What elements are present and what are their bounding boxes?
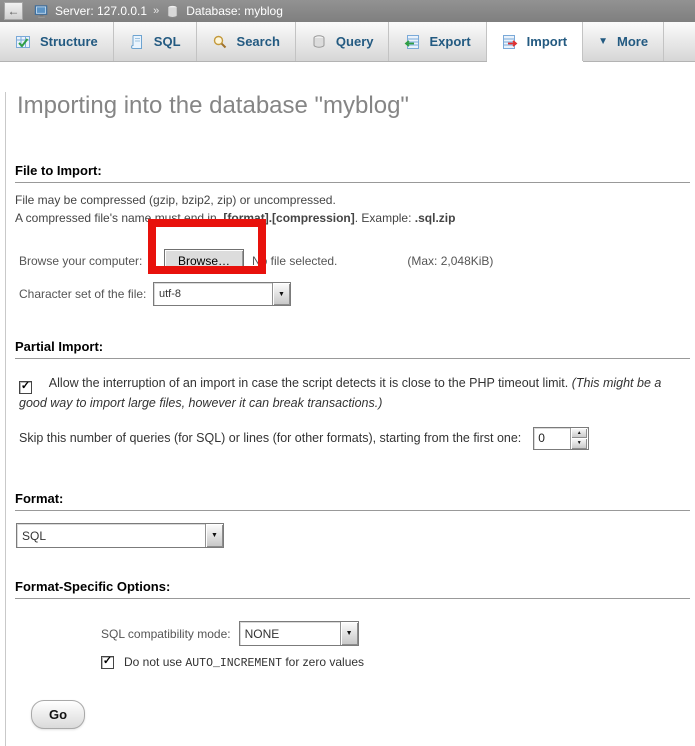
tab-import[interactable]: Import xyxy=(487,22,583,61)
breadcrumb: Server: 127.0.0.1 » Database: myblog xyxy=(34,4,283,19)
charset-selected-value: utf-8 xyxy=(154,283,272,305)
charset-select[interactable]: utf-8 ▼ xyxy=(153,282,291,306)
no-file-selected-text: No file selected. xyxy=(252,254,337,268)
auto-increment-code: AUTO_INCREMENT xyxy=(185,657,282,670)
compression-pattern: .[format].[compression] xyxy=(220,211,355,225)
compression-line2-mid: . Example: xyxy=(355,211,415,225)
page-title: Importing into the database "myblog" xyxy=(17,92,690,120)
sql-compat-selected-value: NONE xyxy=(240,622,340,645)
import-icon xyxy=(502,34,518,50)
submit-row: Go xyxy=(15,700,690,729)
breadcrumb-server[interactable]: Server: 127.0.0.1 xyxy=(55,4,147,18)
format-heading: Format: xyxy=(15,491,690,511)
file-to-import-heading: File to Import: xyxy=(15,163,690,183)
browse-label: Browse your computer: xyxy=(19,254,164,268)
dropdown-arrow-icon[interactable]: ▼ xyxy=(205,524,223,547)
dropdown-arrow-icon[interactable]: ▼ xyxy=(340,622,358,645)
sql-compat-row: SQL compatibility mode: NONE ▼ xyxy=(15,621,690,646)
compression-line1: File may be compressed (gzip, bzip2, zip… xyxy=(15,193,336,207)
max-upload-size: (Max: 2,048KiB) xyxy=(407,254,493,268)
sql-compat-select[interactable]: NONE ▼ xyxy=(239,621,359,646)
tab-sql[interactable]: SQL xyxy=(114,22,197,61)
chevron-down-icon: ▼ xyxy=(598,36,608,47)
allow-interruption-checkbox[interactable]: ✓ xyxy=(19,381,32,394)
format-options-heading: Format-Specific Options: xyxy=(15,579,690,599)
tab-label: Import xyxy=(527,34,567,49)
auto-increment-text: Do not use AUTO_INCREMENT for zero value… xyxy=(124,655,364,670)
skip-queries-label: Skip this number of queries (for SQL) or… xyxy=(19,431,521,445)
main-content: Importing into the database "myblog" Fil… xyxy=(5,92,695,746)
tab-label: Search xyxy=(237,34,280,49)
tab-label: Export xyxy=(429,34,470,49)
topbar: ← Server: 127.0.0.1 » Database: myblog xyxy=(0,0,695,22)
auto-increment-row: ✓ Do not use AUTO_INCREMENT for zero val… xyxy=(15,655,690,670)
file-upload-row: Browse your computer: Browse… No file se… xyxy=(15,248,690,274)
breadcrumb-separator: » xyxy=(153,5,159,17)
skip-queries-input[interactable] xyxy=(534,428,570,449)
format-selected-value: SQL xyxy=(17,524,205,547)
query-icon xyxy=(311,34,327,50)
stepper-arrows: ▲ ▼ xyxy=(570,428,587,449)
tab-export[interactable]: Export xyxy=(389,22,486,61)
tab-more[interactable]: ▼ More xyxy=(583,22,664,61)
compression-line2-prefix: A compressed file's name must end in xyxy=(15,211,220,225)
tab-label: Query xyxy=(336,34,374,49)
tab-search[interactable]: Search xyxy=(197,22,296,61)
tab-label: More xyxy=(617,34,648,49)
partial-import-heading: Partial Import: xyxy=(15,339,690,359)
back-arrow-icon: ← xyxy=(8,4,20,18)
skip-queries-stepper: ▲ ▼ xyxy=(533,427,589,450)
sql-compat-label: SQL compatibility mode: xyxy=(101,627,231,641)
go-button[interactable]: Go xyxy=(31,700,85,729)
search-icon xyxy=(212,34,228,50)
stepper-down-icon[interactable]: ▼ xyxy=(571,438,587,449)
tab-structure[interactable]: Structure xyxy=(0,22,114,61)
structure-icon xyxy=(15,34,31,50)
tab-bar: Structure SQL Search Query Export xyxy=(0,22,695,62)
allow-interruption-row: ✓ Allow the interruption of an import in… xyxy=(15,374,690,413)
checkmark-icon: ✓ xyxy=(21,381,30,392)
stepper-up-icon[interactable]: ▲ xyxy=(571,428,587,439)
dropdown-arrow-icon[interactable]: ▼ xyxy=(272,283,290,305)
checkmark-icon: ✓ xyxy=(103,656,112,667)
export-icon xyxy=(404,34,420,50)
skip-queries-row: Skip this number of queries (for SQL) or… xyxy=(15,426,690,450)
breadcrumb-database[interactable]: Database: myblog xyxy=(186,4,283,18)
tab-label: SQL xyxy=(154,34,181,49)
allow-interruption-text: Allow the interruption of an import in c… xyxy=(49,376,572,390)
server-monitor-icon xyxy=(34,4,49,19)
sql-icon xyxy=(129,34,145,50)
back-button[interactable]: ← xyxy=(4,2,23,20)
charset-label: Character set of the file: xyxy=(19,287,153,301)
tab-label: Structure xyxy=(40,34,98,49)
format-select[interactable]: SQL ▼ xyxy=(16,523,224,548)
browse-button[interactable]: Browse… xyxy=(164,249,244,274)
charset-row: Character set of the file: utf-8 ▼ xyxy=(15,282,690,306)
tab-query[interactable]: Query xyxy=(296,22,390,61)
compression-example: .sql.zip xyxy=(415,211,456,225)
compression-info: File may be compressed (gzip, bzip2, zip… xyxy=(15,191,690,227)
auto-increment-checkbox[interactable]: ✓ xyxy=(101,656,114,669)
database-icon xyxy=(165,4,180,19)
tabbar-filler xyxy=(664,22,695,61)
